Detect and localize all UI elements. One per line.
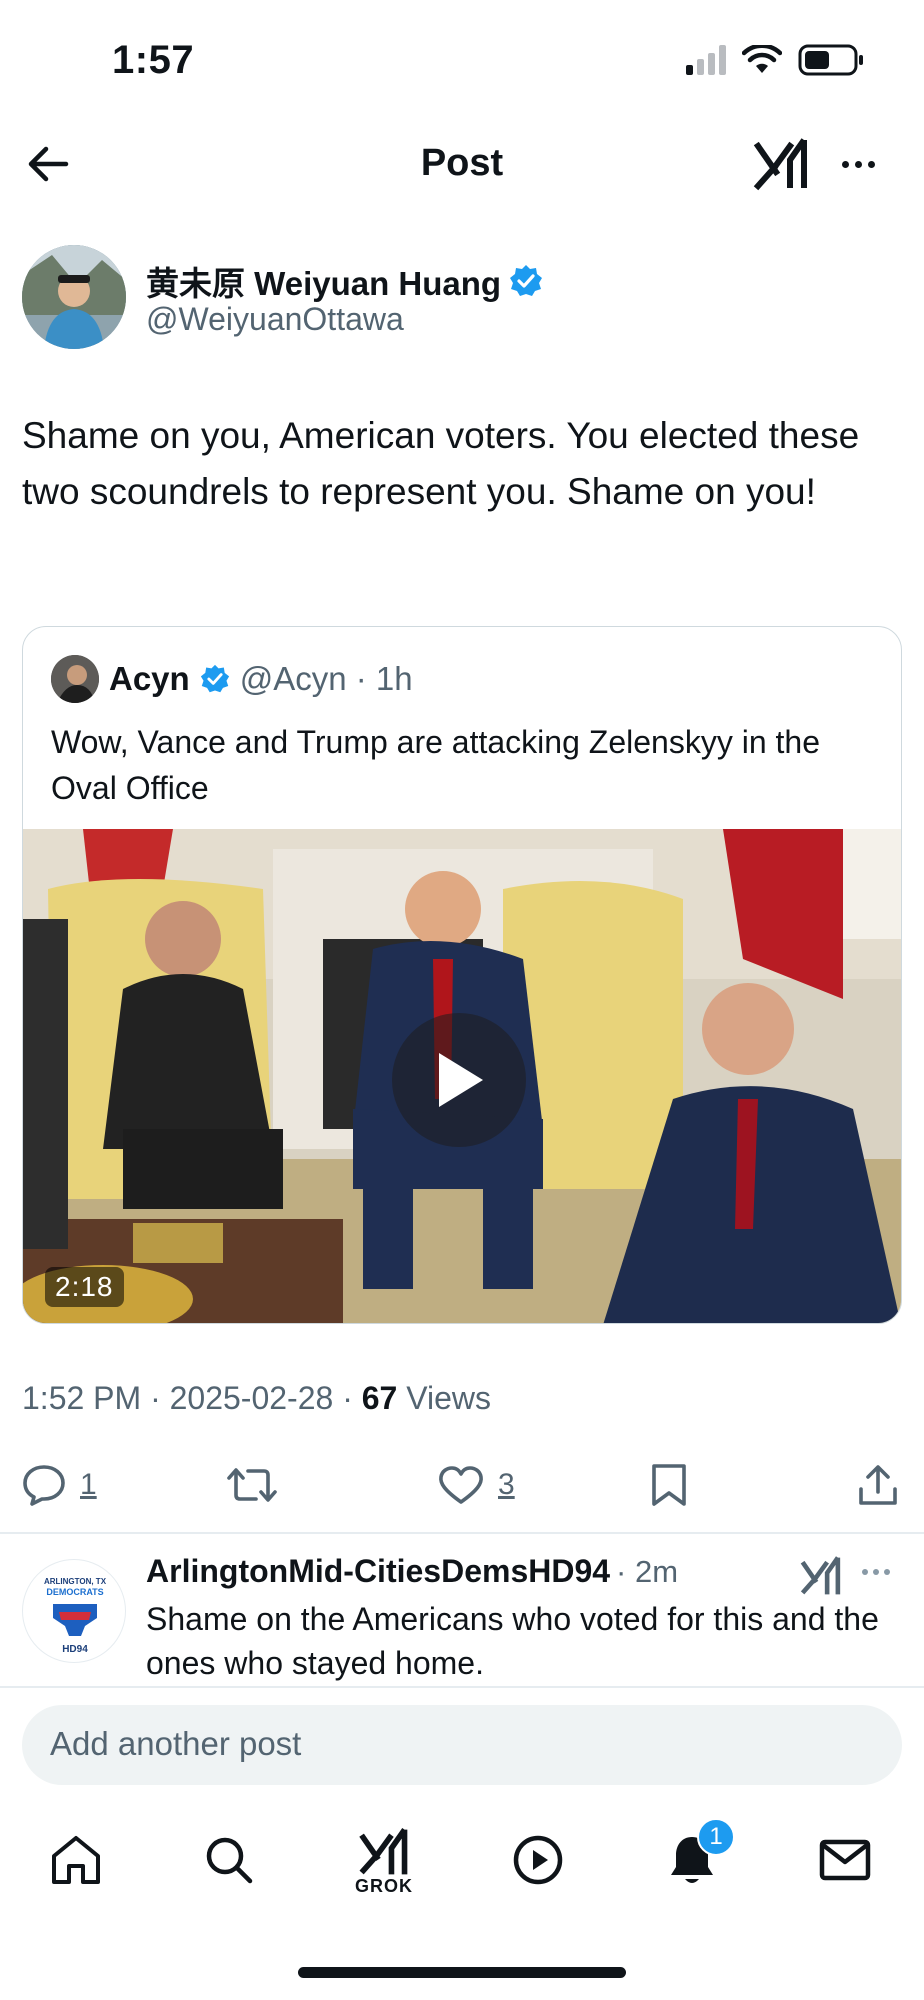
tab-home[interactable] — [31, 1810, 121, 1910]
reply-text: Shame on the Americans who voted for thi… — [146, 1601, 879, 1681]
post-meta: 1:52 PM · 2025-02-28 · 67 Views — [22, 1380, 491, 1417]
quoted-author-handle: @Acyn · 1h — [239, 660, 413, 697]
svg-text:HD94: HD94 — [62, 1644, 88, 1655]
search-icon — [206, 1837, 253, 1884]
share-icon — [859, 1465, 897, 1505]
views-label: Views — [397, 1380, 491, 1416]
reply-author-avatar[interactable]: ARLINGTON, TX DEMOCRATS HD94 — [22, 1559, 126, 1663]
author-handle[interactable]: @WeiyuanOttawa — [146, 301, 404, 338]
grok-icon — [359, 1827, 408, 1874]
author-name[interactable]: 黄未原 Weiyuan Huang — [146, 257, 543, 305]
reply-more-button[interactable] — [862, 1569, 890, 1575]
verified-badge-icon — [200, 664, 229, 693]
mail-icon — [819, 1839, 871, 1881]
like-button[interactable]: 3 — [438, 1455, 515, 1515]
grok-label: GROK — [355, 1875, 413, 1896]
reply-count: 1 — [80, 1468, 97, 1501]
more-dot-icon — [841, 160, 849, 168]
like-count: 3 — [498, 1468, 515, 1501]
grok-icon[interactable] — [798, 1553, 844, 1599]
divider — [0, 1686, 924, 1688]
notification-badge: 1 — [697, 1818, 735, 1856]
repost-button[interactable] — [226, 1455, 278, 1515]
quoted-author-avatar — [51, 655, 99, 703]
repost-icon — [227, 1468, 277, 1502]
quoted-post-text: Wow, Vance and Trump are attacking Zelen… — [51, 724, 820, 806]
post-text: Shame on you, American voters. You elect… — [22, 415, 860, 512]
reply-button[interactable]: 1 — [22, 1455, 97, 1515]
tab-video[interactable] — [493, 1810, 583, 1910]
heart-icon — [439, 1466, 483, 1504]
video-duration: 2:18 — [45, 1267, 124, 1307]
tab-grok[interactable]: GROK — [339, 1810, 429, 1910]
top-nav-bar: Post — [0, 110, 924, 220]
reply-header: ArlingtonMid-CitiesDemsHD94 · 2m — [146, 1553, 678, 1590]
svg-text:DEMOCRATS: DEMOCRATS — [46, 1587, 103, 1597]
cellular-signal-icon — [686, 45, 726, 75]
bottom-tab-bar: GROK 1 — [0, 1810, 924, 1920]
home-icon — [52, 1836, 100, 1884]
post-author: 黄未原 Weiyuan Huang @WeiyuanOttawa — [22, 245, 902, 351]
more-dot-icon — [862, 1569, 868, 1575]
video-thumbnail[interactable]: 2:18 — [23, 829, 901, 1323]
wifi-icon — [742, 45, 782, 73]
reply-author-name[interactable]: ArlingtonMid-CitiesDemsHD94 — [146, 1553, 610, 1590]
post-actions: 1 3 — [0, 1455, 924, 1515]
tab-messages[interactable] — [800, 1810, 890, 1910]
grok-icon[interactable] — [752, 134, 812, 194]
composer-placeholder: Add another post — [50, 1725, 302, 1762]
reply-time: · 2m — [616, 1553, 679, 1589]
tab-notifications[interactable]: 1 — [647, 1810, 737, 1910]
status-icons — [686, 44, 864, 76]
bookmark-icon — [652, 1464, 686, 1506]
battery-icon — [798, 44, 863, 76]
author-avatar[interactable] — [22, 245, 126, 349]
reply-composer-input[interactable]: Add another post — [22, 1705, 902, 1785]
quoted-post-header: Acyn @Acyn · 1h — [51, 655, 413, 703]
status-bar: 1:57 — [0, 0, 924, 110]
quoted-post[interactable]: Acyn @Acyn · 1h Wow, Vance and Trump are… — [22, 626, 902, 1324]
views-count[interactable]: 67 — [362, 1380, 398, 1416]
more-options-button[interactable] — [832, 144, 884, 184]
reply-item[interactable]: ARLINGTON, TX DEMOCRATS HD94 ArlingtonMi… — [0, 1533, 924, 1685]
play-icon — [439, 1053, 483, 1107]
post-timestamp: 1:52 PM · 2025-02-28 · — [22, 1380, 362, 1416]
tab-search[interactable] — [184, 1810, 274, 1910]
reply-icon — [23, 1465, 65, 1506]
play-button[interactable] — [392, 1013, 526, 1147]
svg-text:ARLINGTON, TX: ARLINGTON, TX — [44, 1577, 107, 1586]
quoted-author-name: Acyn — [109, 660, 190, 697]
bookmark-button[interactable] — [650, 1455, 688, 1515]
verified-badge-icon — [510, 265, 543, 296]
home-indicator[interactable] — [298, 1967, 626, 1978]
status-time: 1:57 — [112, 38, 195, 82]
share-button[interactable] — [856, 1455, 900, 1515]
play-circle-icon — [513, 1835, 563, 1885]
